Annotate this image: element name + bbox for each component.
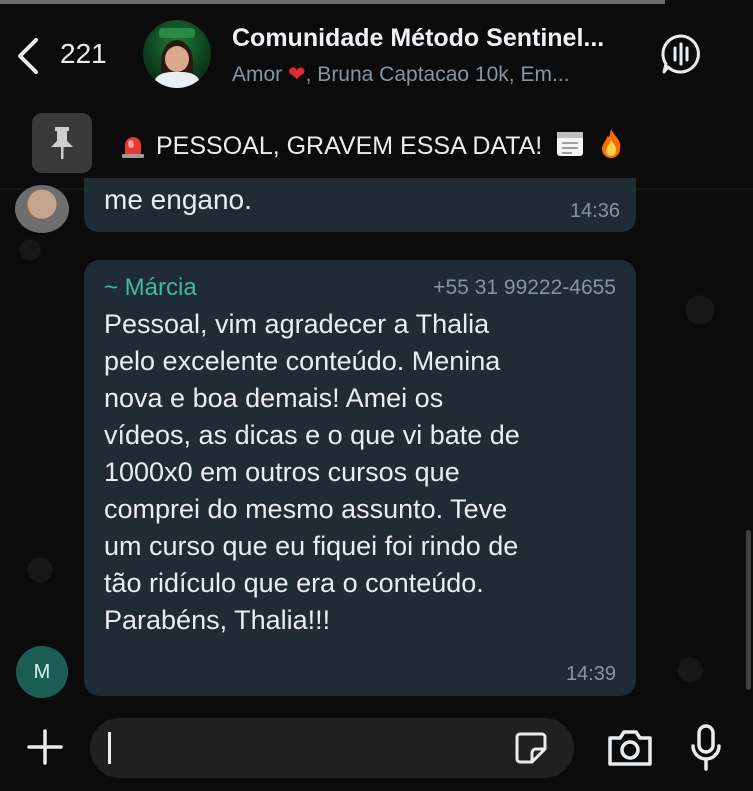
unread-count[interactable]: 221 <box>60 38 107 70</box>
fire-icon <box>602 129 621 158</box>
message-bubble[interactable]: ~ Márcia +55 31 99222-4655 Pessoal, vim … <box>84 260 636 696</box>
siren-icon <box>122 137 144 158</box>
pinned-message-label: PESSOAL, GRAVEM ESSA DATA! <box>156 132 543 160</box>
scrollbar[interactable] <box>746 530 751 690</box>
message-composer <box>0 706 753 791</box>
text-caret <box>108 732 111 764</box>
group-logo <box>159 28 195 38</box>
chevron-left-icon <box>18 38 38 74</box>
message-bubble[interactable]: me engano. 14:36 <box>84 178 636 232</box>
message-text: Pessoal, vim agradecer a Thalia pelo exc… <box>104 309 520 635</box>
audio-waveform-icon <box>661 34 700 74</box>
pin-icon <box>51 127 73 159</box>
message-input[interactable] <box>90 718 574 778</box>
attach-button[interactable] <box>26 728 64 766</box>
heart-icon: ❤ <box>288 63 306 86</box>
pin-icon-box <box>32 113 92 173</box>
calendar-icon <box>557 132 584 156</box>
group-members[interactable]: Amor ❤, Bruna Captacao 10k, Em... <box>232 62 569 87</box>
microphone-button[interactable] <box>690 724 722 772</box>
members-first: Amor <box>232 63 283 86</box>
plus-icon <box>27 729 63 765</box>
avatar-face <box>165 46 189 72</box>
message-text: me engano. <box>104 184 252 215</box>
group-avatar[interactable] <box>143 20 211 88</box>
chat-header: 221 Comunidade Método Sentinel... Amor ❤… <box>0 6 753 104</box>
sender-avatar[interactable] <box>15 185 69 233</box>
message-time: 14:36 <box>569 200 620 222</box>
sender-name[interactable]: ~ Márcia <box>104 274 197 302</box>
camera-button[interactable] <box>606 728 654 768</box>
group-title[interactable]: Comunidade Método Sentinel... <box>232 24 604 53</box>
back-button[interactable] <box>14 36 44 76</box>
voice-chat-button[interactable] <box>660 33 702 75</box>
message-time: 14:39 <box>565 663 616 685</box>
avatar-shirt <box>155 72 199 88</box>
status-progress-line <box>0 0 665 4</box>
sender-phone[interactable]: +55 31 99222-4655 <box>433 276 616 300</box>
camera-icon <box>608 730 652 766</box>
microphone-icon <box>691 724 721 771</box>
sticker-icon <box>515 732 547 764</box>
members-rest: , Bruna Captacao 10k, Em... <box>305 63 570 86</box>
pinned-message-text: PESSOAL, GRAVEM ESSA DATA! <box>120 128 624 161</box>
sticker-button[interactable] <box>514 731 548 765</box>
pinned-message-bar[interactable]: PESSOAL, GRAVEM ESSA DATA! <box>0 108 753 184</box>
sender-avatar[interactable]: M <box>16 646 68 698</box>
